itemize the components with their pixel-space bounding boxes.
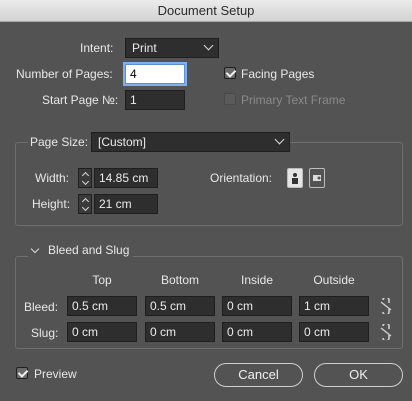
column-header-inside: Inside [240,273,274,287]
column-header-outside: Outside [313,273,355,287]
preview-checkbox[interactable] [16,367,28,379]
preview-label: Preview [34,367,77,381]
primary-text-frame-checkbox[interactable] [224,93,236,105]
page-size-value: [Custom] [98,135,147,149]
width-stepper[interactable] [78,168,92,188]
height-stepper[interactable] [78,194,92,214]
slug-link-icon[interactable] [379,322,393,342]
intent-label: Intent: [80,41,114,55]
slug-bottom-input[interactable]: 0 cm [145,322,215,342]
facing-pages-checkbox[interactable] [224,67,236,79]
height-label: Height: [32,197,71,211]
landscape-orientation-icon[interactable] [309,168,325,188]
ok-button[interactable]: OK [314,363,403,387]
num-pages-input[interactable]: 4 [125,64,185,84]
orientation-label: Orientation: [210,171,273,185]
chevron-down-icon [203,40,214,51]
primary-text-frame-label: Primary Text Frame [241,93,346,107]
start-page-label: Start Page №: [42,93,119,107]
window-title: Document Setup [157,3,255,18]
title-bar: Document Setup [0,0,412,22]
height-input[interactable]: 21 cm [94,194,158,214]
bleed-outside-input[interactable]: 1 cm [299,296,369,316]
facing-pages-label: Facing Pages [241,67,315,81]
bleed-top-input[interactable]: 0.5 cm [67,296,137,316]
bleed-label: Bleed: [24,300,59,314]
cancel-button[interactable]: Cancel [214,363,303,387]
column-header-top: Top [92,273,112,287]
chevron-down-icon [274,134,285,145]
page-size-label: Page Size: [28,135,91,149]
intent-value: Print [132,41,157,55]
page-size-select[interactable]: [Custom] [91,132,290,152]
bleed-inside-input[interactable]: 0 cm [222,296,292,316]
page-size-group [15,142,403,226]
slug-label: Slug: [31,326,59,340]
bleed-link-icon[interactable] [379,296,393,316]
bleed-slug-title: Bleed and Slug [48,243,130,257]
bleed-bottom-input[interactable]: 0.5 cm [145,296,215,316]
portrait-orientation-icon[interactable] [287,168,303,188]
column-header-bottom: Bottom [160,273,199,287]
width-label: Width: [35,171,70,185]
num-pages-label: Number of Pages: [16,67,113,81]
slug-inside-input[interactable]: 0 cm [222,322,292,342]
width-input[interactable]: 14.85 cm [94,168,158,188]
start-page-input[interactable]: 1 [125,90,185,110]
slug-top-input[interactable]: 0 cm [67,322,137,342]
bleed-slug-header[interactable]: Bleed and Slug [28,243,134,257]
slug-outside-input[interactable]: 0 cm [299,322,369,342]
chevron-down-icon [30,244,40,253]
intent-select[interactable]: Print [125,38,219,58]
